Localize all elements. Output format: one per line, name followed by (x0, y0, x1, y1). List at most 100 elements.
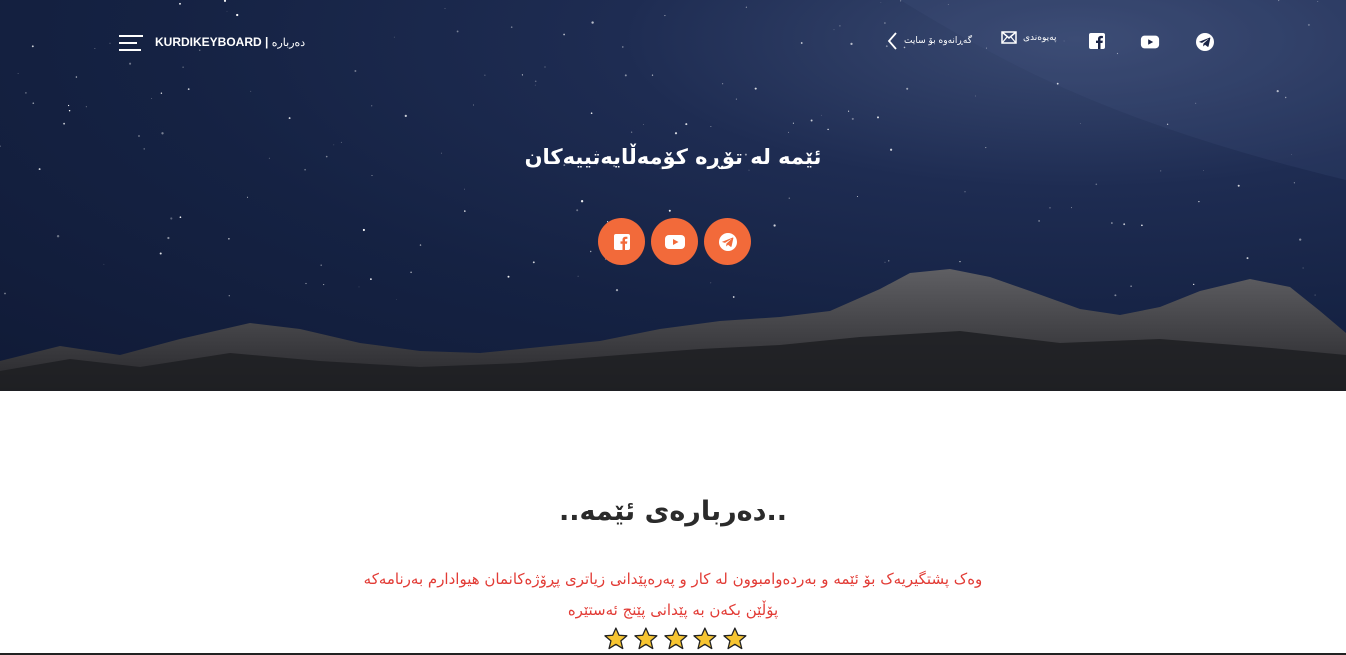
sky-star (288, 117, 291, 120)
about-text-line-1: وەک پشتگیریەک بۆ ئێمە و بەردەوامبوون لە … (363, 570, 983, 588)
sky-star (170, 217, 173, 220)
sky-star (1111, 222, 1113, 224)
sky-star (792, 122, 794, 124)
about-text: وەک پشتگیریەک بۆ ئێمە و بەردەوامبوون لە … (283, 564, 1063, 626)
sky-star (1198, 200, 1200, 203)
sky-star (580, 200, 584, 203)
star-icon[interactable] (722, 626, 748, 652)
chevron-left-icon (887, 32, 897, 50)
sky-star (246, 196, 249, 198)
sky-star (1049, 207, 1051, 209)
sky-star (827, 128, 829, 131)
star-icon[interactable] (603, 626, 629, 652)
contact-link[interactable]: پەیوەندی (1001, 31, 1056, 44)
telegram-icon (718, 232, 737, 251)
facebook-icon (613, 233, 630, 250)
sky-star (685, 123, 688, 126)
facebook-button[interactable] (598, 218, 645, 265)
sky-star (1293, 182, 1295, 184)
sky-star (404, 114, 407, 118)
telegram-button[interactable] (704, 218, 751, 265)
sky-star (138, 135, 140, 137)
sky-star (25, 92, 27, 94)
sky-star (179, 216, 182, 219)
brand-name: KURDIKEYBOARD | (155, 35, 269, 49)
sky-star (340, 141, 342, 143)
star-rating[interactable] (603, 626, 748, 652)
mountain-silhouette (0, 269, 1346, 391)
sky-star (590, 112, 593, 114)
about-text-line-2: پۆڵێن بکەن بە پێدانی پێنج ئەستێرە (567, 601, 779, 619)
sky-star (464, 188, 465, 190)
sky-star (848, 110, 850, 112)
sky-star (630, 131, 633, 133)
sky-star (1038, 219, 1041, 222)
telegram-icon[interactable] (1195, 32, 1215, 52)
sky-star (167, 236, 170, 240)
sky-star (85, 106, 87, 108)
sky-star (56, 235, 60, 238)
about-title: ..دەربارەی ئێمە.. (559, 496, 787, 527)
youtube-icon (664, 234, 685, 249)
brand-title[interactable]: KURDIKEYBOARD | دەربارە (155, 35, 305, 49)
sky-star (754, 87, 757, 90)
sky-star (63, 122, 66, 125)
sky-star (964, 191, 966, 193)
sky-star (877, 116, 879, 119)
back-to-site-label: گەڕانەوە بۆ سایت (904, 36, 972, 46)
sky-star (151, 98, 153, 99)
sky-star (250, 90, 252, 92)
sky-star (748, 169, 750, 171)
sky-star (534, 84, 536, 86)
sky-star (643, 124, 644, 125)
youtube-icon[interactable] (1140, 32, 1160, 52)
facebook-icon[interactable] (1088, 32, 1108, 52)
sky-star (32, 102, 35, 105)
sky-star (735, 98, 737, 100)
sky-star (576, 209, 579, 212)
sky-star (1203, 170, 1204, 171)
sky-star (1095, 183, 1098, 186)
star-icon[interactable] (663, 626, 689, 652)
star-icon[interactable] (633, 626, 659, 652)
mail-icon (1001, 31, 1017, 44)
sky-star (788, 197, 791, 200)
sky-star (1160, 170, 1162, 172)
sky-star (1141, 224, 1143, 227)
sky-star (464, 210, 466, 212)
sky-star (68, 109, 71, 112)
sky-star (187, 88, 190, 90)
youtube-button[interactable] (651, 218, 698, 265)
sky-star (228, 237, 230, 240)
hero-title: ئێمە لە تۆڕە کۆمەڵایەتییەکان (524, 145, 822, 169)
social-buttons (598, 218, 752, 266)
sky-star (773, 224, 776, 227)
sky-star (710, 126, 712, 127)
sky-star (820, 114, 822, 116)
sky-star (668, 209, 671, 212)
sky-star (67, 104, 70, 107)
sky-star (1079, 123, 1081, 124)
sky-star (906, 87, 909, 90)
sky-star (160, 92, 163, 94)
sky-star (161, 132, 164, 135)
sky-star (1071, 207, 1072, 209)
sky-star (975, 95, 977, 97)
sky-star (473, 104, 474, 106)
top-navigation: KURDIKEYBOARD | دەربارە گەڕانەوە بۆ سایت… (0, 0, 1346, 84)
sky-star (788, 131, 789, 133)
star-icon[interactable] (692, 626, 718, 652)
sky-star (419, 244, 422, 246)
sky-star (1123, 223, 1126, 226)
sky-star (362, 228, 365, 232)
sky-star (856, 196, 858, 197)
sky-star (1299, 238, 1302, 241)
sky-star (810, 119, 813, 122)
sky-star (1237, 184, 1240, 187)
menu-icon[interactable] (119, 33, 143, 53)
sky-star (371, 105, 373, 107)
sky-star (304, 168, 306, 171)
sky-star (674, 132, 678, 135)
sky-star (371, 175, 373, 177)
back-to-site-link[interactable]: گەڕانەوە بۆ سایت (886, 31, 972, 51)
